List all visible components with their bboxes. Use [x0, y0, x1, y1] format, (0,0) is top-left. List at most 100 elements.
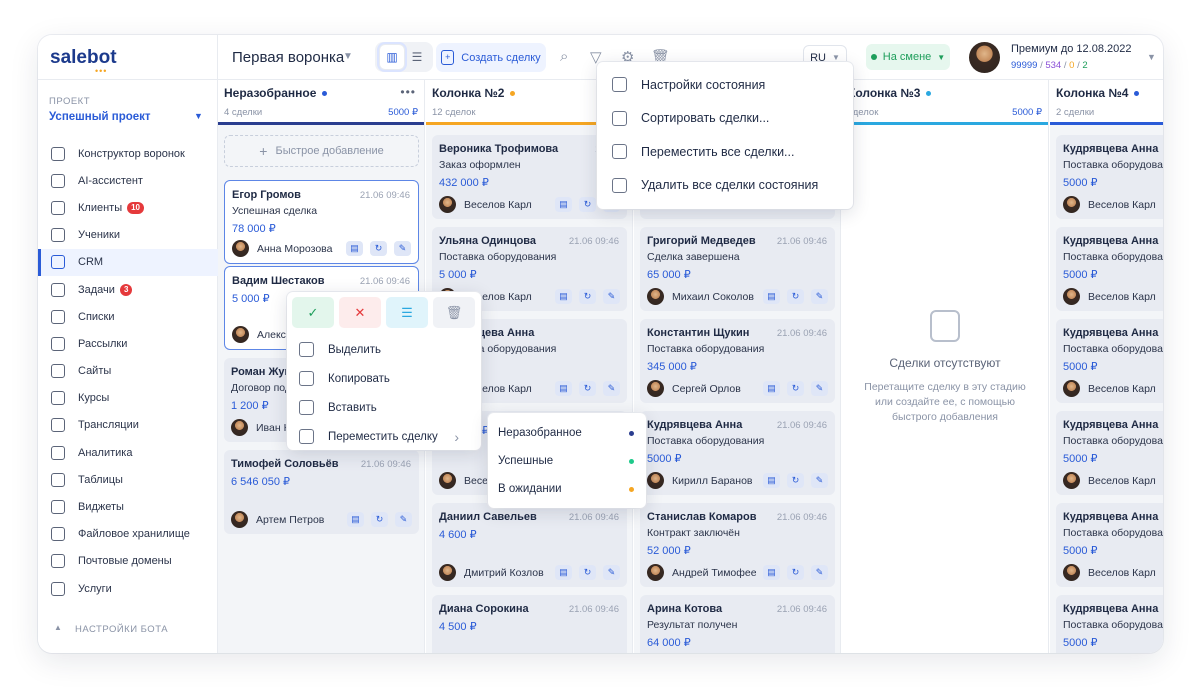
- state-menu-item[interactable]: Переместить все сделки...: [597, 135, 853, 169]
- sidebar-item[interactable]: Трансляции: [38, 412, 218, 439]
- deal-card[interactable]: Кудрявцева Анна Поставка оборудования 5000…: [1056, 135, 1163, 219]
- deal-card[interactable]: Егор Громов 21.06 09:46 Успешная сделка 78 …: [224, 180, 419, 264]
- sidebar-item[interactable]: Аналитика: [38, 439, 218, 466]
- services-icon: [51, 581, 65, 596]
- sidebar-item[interactable]: Списки: [38, 303, 218, 330]
- move-target-item[interactable]: Неразобранное: [488, 419, 646, 447]
- edit-icon[interactable]: ✎: [394, 241, 411, 256]
- sidebar-item[interactable]: AI-ассистент: [38, 167, 218, 194]
- chevron-up-icon[interactable]: ▲: [54, 623, 62, 632]
- shift-status-button[interactable]: На смене ▼: [866, 44, 950, 70]
- context-menu-item[interactable]: Переместить сделку ›: [299, 422, 473, 451]
- repeat-icon[interactable]: ↻: [579, 289, 596, 304]
- edit-icon[interactable]: ✎: [603, 381, 620, 396]
- bot-settings-section[interactable]: НАСТРОЙКИ БОТА: [75, 624, 168, 635]
- sidebar-item[interactable]: Услуги: [38, 575, 218, 602]
- list-icon[interactable]: ▤: [555, 381, 572, 396]
- close-icon[interactable]: ✕: [339, 297, 381, 328]
- chevron-down-icon[interactable]: ▼: [194, 111, 203, 121]
- move-target-item[interactable]: В ожидании: [488, 475, 646, 503]
- column-deal-count: 2 сделки: [1056, 107, 1095, 118]
- chevron-down-icon[interactable]: ▼: [343, 51, 353, 62]
- edit-icon[interactable]: ✎: [603, 289, 620, 304]
- state-menu-item[interactable]: Удалить все сделки состояния: [597, 169, 853, 203]
- deal-card[interactable]: Григорий Медведев 21.06 09:46 Сделка завер…: [640, 227, 835, 311]
- sidebar-item[interactable]: Рассылки: [38, 330, 218, 357]
- list-icon[interactable]: ▤: [763, 381, 780, 396]
- deal-sum: 432 000 ₽: [439, 177, 489, 189]
- repeat-icon[interactable]: ↻: [787, 473, 804, 488]
- state-menu-item[interactable]: Настройки состояния: [597, 68, 853, 102]
- deal-card[interactable]: Кудрявцева Анна Поставка оборудования 5000…: [1056, 503, 1163, 587]
- deal-footer: Веселов Карл▤↻✎: [439, 196, 620, 213]
- deal-card[interactable]: Тимофей Соловьёв 21.06 09:46 6 546 050 ₽ Ар…: [224, 450, 419, 534]
- sidebar-item[interactable]: Почтовые домены: [38, 548, 218, 575]
- list-icon[interactable]: ▤: [555, 197, 572, 212]
- context-menu-item[interactable]: Копировать: [299, 364, 473, 393]
- kanban-view-icon[interactable]: ▥: [379, 44, 405, 70]
- sidebar-item[interactable]: Ученики: [38, 222, 218, 249]
- column-header[interactable]: Колонка №4 2 сделки: [1050, 80, 1163, 125]
- sidebar-item[interactable]: Курсы: [38, 385, 218, 412]
- list-icon[interactable]: ▤: [346, 241, 363, 256]
- more-icon[interactable]: •••: [400, 85, 416, 99]
- repeat-icon[interactable]: ↻: [787, 565, 804, 580]
- list-icon[interactable]: ▤: [555, 565, 572, 580]
- repeat-icon[interactable]: ↻: [579, 197, 596, 212]
- deal-status: Заказ оформлен: [439, 159, 521, 171]
- list-icon[interactable]: ▤: [763, 565, 780, 580]
- sidebar-item[interactable]: Файловое хранилище: [38, 521, 218, 548]
- trash-icon[interactable]: 🗑: [433, 297, 475, 328]
- list-icon[interactable]: ▤: [555, 289, 572, 304]
- context-menu-item[interactable]: Выделить: [299, 335, 473, 364]
- repeat-icon[interactable]: ↻: [371, 512, 388, 527]
- sidebar-item[interactable]: CRM: [38, 248, 218, 277]
- repeat-icon[interactable]: ↻: [579, 565, 596, 580]
- list-icon[interactable]: ▤: [347, 512, 364, 527]
- project-selector[interactable]: Успешный проект: [49, 111, 151, 123]
- edit-icon[interactable]: ✎: [811, 381, 828, 396]
- deal-card[interactable]: Константин Щукин 21.06 09:46 Поставка обор…: [640, 319, 835, 403]
- sidebar-item[interactable]: Конструктор воронок: [38, 140, 218, 167]
- deal-sum: 345 000 ₽: [647, 361, 697, 373]
- quick-add-button[interactable]: + Быстрое добавление: [224, 135, 419, 167]
- deal-card[interactable]: Диана Сорокина 21.06 09:46 4 500 ₽: [432, 595, 627, 653]
- deal-card[interactable]: Арина Котова 21.06 09:46 Результат получен…: [640, 595, 835, 653]
- deal-card[interactable]: Кудрявцева Анна Поставка оборудования 5000…: [1056, 227, 1163, 311]
- list-icon[interactable]: ▤: [763, 289, 780, 304]
- chevron-down-icon[interactable]: ▼: [1147, 52, 1156, 62]
- edit-icon[interactable]: ✎: [603, 565, 620, 580]
- repeat-icon[interactable]: ↻: [787, 289, 804, 304]
- deal-card[interactable]: Кудрявцева Анна Поставка оборудования 5000…: [1056, 319, 1163, 403]
- column-header[interactable]: Колонка №3 сделок 5000 ₽: [842, 80, 1048, 125]
- funnel-selector[interactable]: Первая воронка: [232, 49, 344, 66]
- deal-card[interactable]: Станислав Комаров 21.06 09:46 Контракт зак…: [640, 503, 835, 587]
- deal-card[interactable]: Кудрявцева Анна Поставка оборудования 5000…: [1056, 595, 1163, 653]
- sidebar-item[interactable]: Задачи 3: [38, 276, 218, 303]
- edit-icon[interactable]: ✎: [811, 289, 828, 304]
- deal-card[interactable]: Даниил Савельев 21.06 09:46 4 600 ₽ Дмитрий…: [432, 503, 627, 587]
- deal-card[interactable]: Кудрявцева Анна 21.06 09:46 Поставка обору…: [640, 411, 835, 495]
- deal-card[interactable]: Кудрявцева Анна Поставка оборудования 5000…: [1056, 411, 1163, 495]
- list-icon[interactable]: ▤: [763, 473, 780, 488]
- create-deal-button[interactable]: + Создать сделку: [436, 43, 546, 72]
- edit-icon[interactable]: ✎: [811, 565, 828, 580]
- column-header[interactable]: Неразобранное 4 сделки 5000 ₽ •••: [218, 80, 424, 125]
- list-icon[interactable]: ☰: [386, 297, 428, 328]
- user-avatar[interactable]: [969, 42, 1000, 73]
- state-menu-item[interactable]: Сортировать сделки...: [597, 102, 853, 136]
- repeat-icon[interactable]: ↻: [787, 381, 804, 396]
- list-view-icon[interactable]: ☰: [404, 44, 430, 70]
- move-target-item[interactable]: Успешные: [488, 447, 646, 475]
- sidebar-item[interactable]: Виджеты: [38, 493, 218, 520]
- edit-icon[interactable]: ✎: [395, 512, 412, 527]
- check-icon[interactable]: ✓: [292, 297, 334, 328]
- edit-icon[interactable]: ✎: [811, 473, 828, 488]
- sidebar-item[interactable]: Сайты: [38, 358, 218, 385]
- context-menu-item[interactable]: Вставить: [299, 393, 473, 422]
- sidebar-item[interactable]: Клиенты 10: [38, 194, 218, 221]
- repeat-icon[interactable]: ↻: [370, 241, 387, 256]
- repeat-icon[interactable]: ↻: [579, 381, 596, 396]
- sidebar-item[interactable]: Таблицы: [38, 466, 218, 493]
- search-icon[interactable]: ⌕: [560, 48, 568, 65]
